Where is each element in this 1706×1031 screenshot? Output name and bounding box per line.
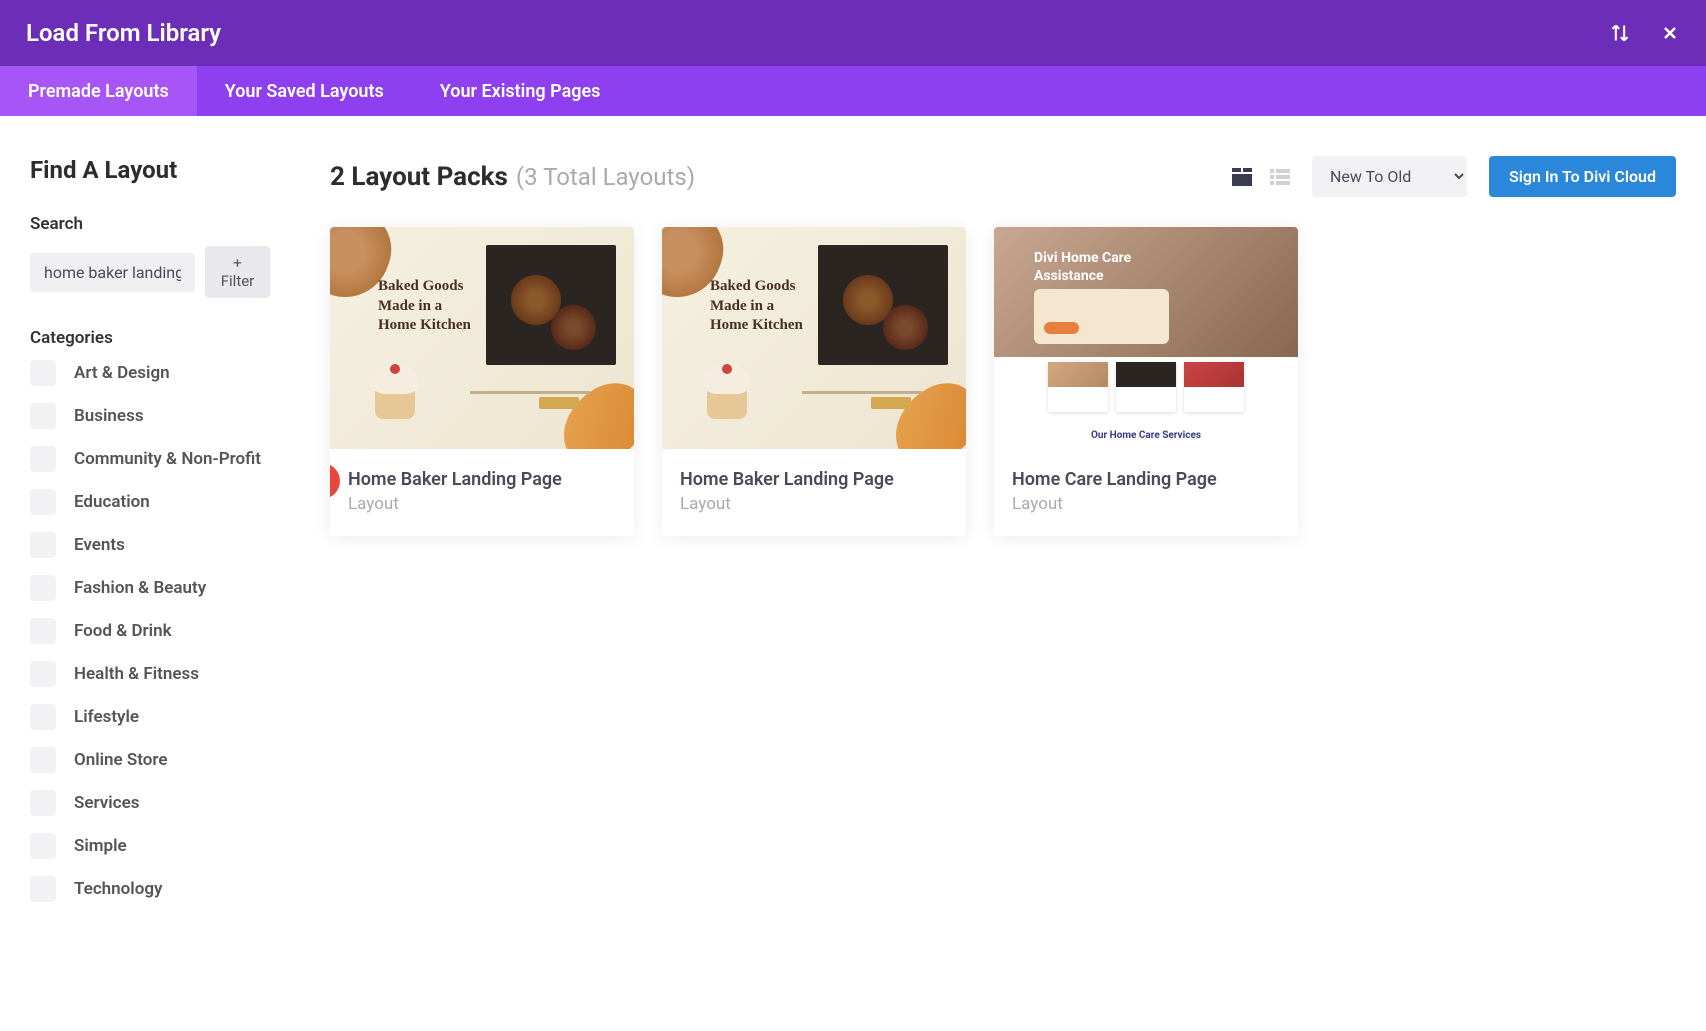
content-header: 2 Layout Packs (3 Total Layouts) bbox=[330, 156, 1676, 197]
category-item[interactable]: Fashion & Beauty bbox=[30, 575, 270, 601]
checkbox[interactable] bbox=[30, 446, 56, 472]
tab-premade-layouts[interactable]: Premade Layouts bbox=[0, 66, 197, 116]
category-item[interactable]: Services bbox=[30, 790, 270, 816]
cards-grid: Baked Goods Made in a Home Kitchen Home … bbox=[330, 227, 1676, 536]
checkbox[interactable] bbox=[30, 360, 56, 386]
card-body: Home Baker Landing Page Layout bbox=[662, 449, 966, 536]
category-label: Lifestyle bbox=[74, 707, 139, 727]
checkbox[interactable] bbox=[30, 747, 56, 773]
checkbox[interactable] bbox=[30, 403, 56, 429]
category-item[interactable]: Events bbox=[30, 532, 270, 558]
layout-card[interactable]: Divi Home Care Assistance Our Home Care … bbox=[994, 227, 1298, 536]
checkbox[interactable] bbox=[30, 661, 56, 687]
checkbox[interactable] bbox=[30, 876, 56, 902]
category-item[interactable]: Education bbox=[30, 489, 270, 515]
checkbox[interactable] bbox=[30, 833, 56, 859]
checkbox[interactable] bbox=[30, 575, 56, 601]
right-controls: New To Old Sign In To Divi Cloud bbox=[1232, 156, 1676, 197]
category-label: Events bbox=[74, 535, 125, 555]
card-body: Home Care Landing Page Layout bbox=[994, 449, 1298, 536]
filter-button[interactable]: + Filter bbox=[205, 246, 270, 298]
category-label: Art & Design bbox=[74, 363, 170, 383]
card-type: Layout bbox=[1012, 494, 1280, 514]
sort-arrows-icon[interactable] bbox=[1610, 23, 1630, 43]
card-title: Home Baker Landing Page bbox=[348, 469, 616, 490]
card-type: Layout bbox=[680, 494, 948, 514]
category-item[interactable]: Food & Drink bbox=[30, 618, 270, 644]
header-title: Load From Library bbox=[26, 19, 221, 47]
close-icon[interactable] bbox=[1660, 23, 1680, 43]
category-label: Services bbox=[74, 793, 139, 813]
category-item[interactable]: Simple bbox=[30, 833, 270, 859]
card-type: Layout bbox=[348, 494, 616, 514]
categories-list: Art & Design Business Community & Non-Pr… bbox=[30, 360, 270, 902]
category-item[interactable]: Online Store bbox=[30, 747, 270, 773]
category-label: Food & Drink bbox=[74, 621, 172, 641]
category-label: Fashion & Beauty bbox=[74, 578, 206, 598]
category-label: Business bbox=[74, 406, 144, 426]
category-label: Online Store bbox=[74, 750, 168, 770]
checkbox[interactable] bbox=[30, 618, 56, 644]
layout-card[interactable]: Baked Goods Made in a Home Kitchen Home … bbox=[330, 227, 634, 536]
category-label: Simple bbox=[74, 836, 127, 856]
layout-card[interactable]: Baked Goods Made in a Home Kitchen Home … bbox=[662, 227, 966, 536]
header: Load From Library bbox=[0, 0, 1706, 66]
card-title: Home Care Landing Page bbox=[1012, 469, 1280, 490]
card-thumbnail: Baked Goods Made in a Home Kitchen bbox=[330, 227, 634, 449]
signin-button[interactable]: Sign In To Divi Cloud bbox=[1489, 156, 1676, 197]
main: Find A Layout Search + Filter Categories… bbox=[0, 116, 1706, 932]
tabs: Premade Layouts Your Saved Layouts Your … bbox=[0, 66, 1706, 116]
checkbox[interactable] bbox=[30, 532, 56, 558]
categories-label: Categories bbox=[30, 328, 270, 348]
sort-select[interactable]: New To Old bbox=[1312, 156, 1467, 197]
search-row: + Filter bbox=[30, 246, 270, 298]
category-label: Health & Fitness bbox=[74, 664, 199, 684]
sidebar: Find A Layout Search + Filter Categories… bbox=[0, 116, 300, 932]
category-label: Community & Non-Profit bbox=[74, 449, 261, 469]
category-item[interactable]: Lifestyle bbox=[30, 704, 270, 730]
tab-existing-pages[interactable]: Your Existing Pages bbox=[412, 66, 629, 116]
sub-title: (3 Total Layouts) bbox=[516, 163, 695, 191]
title-block: 2 Layout Packs (3 Total Layouts) bbox=[330, 162, 695, 192]
header-actions bbox=[1610, 23, 1680, 43]
category-item[interactable]: Technology bbox=[30, 876, 270, 902]
category-item[interactable]: Art & Design bbox=[30, 360, 270, 386]
content: 2 Layout Packs (3 Total Layouts) bbox=[300, 116, 1706, 932]
category-item[interactable]: Business bbox=[30, 403, 270, 429]
checkbox[interactable] bbox=[30, 704, 56, 730]
card-thumbnail: Baked Goods Made in a Home Kitchen bbox=[662, 227, 966, 449]
checkbox[interactable] bbox=[30, 790, 56, 816]
grid-view-icon[interactable] bbox=[1232, 168, 1252, 186]
tab-saved-layouts[interactable]: Your Saved Layouts bbox=[197, 66, 412, 116]
card-body: Home Baker Landing Page Layout bbox=[330, 449, 634, 536]
search-input[interactable] bbox=[30, 253, 195, 292]
list-view-icon[interactable] bbox=[1270, 169, 1290, 185]
checkbox[interactable] bbox=[30, 489, 56, 515]
category-item[interactable]: Community & Non-Profit bbox=[30, 446, 270, 472]
search-label: Search bbox=[30, 214, 270, 234]
category-label: Education bbox=[74, 492, 150, 512]
main-title: 2 Layout Packs bbox=[330, 162, 508, 192]
category-label: Technology bbox=[74, 879, 162, 899]
view-toggles bbox=[1232, 168, 1290, 186]
category-item[interactable]: Health & Fitness bbox=[30, 661, 270, 687]
card-thumbnail: Divi Home Care Assistance Our Home Care … bbox=[994, 227, 1298, 449]
card-title: Home Baker Landing Page bbox=[680, 469, 948, 490]
sidebar-heading: Find A Layout bbox=[30, 156, 270, 184]
